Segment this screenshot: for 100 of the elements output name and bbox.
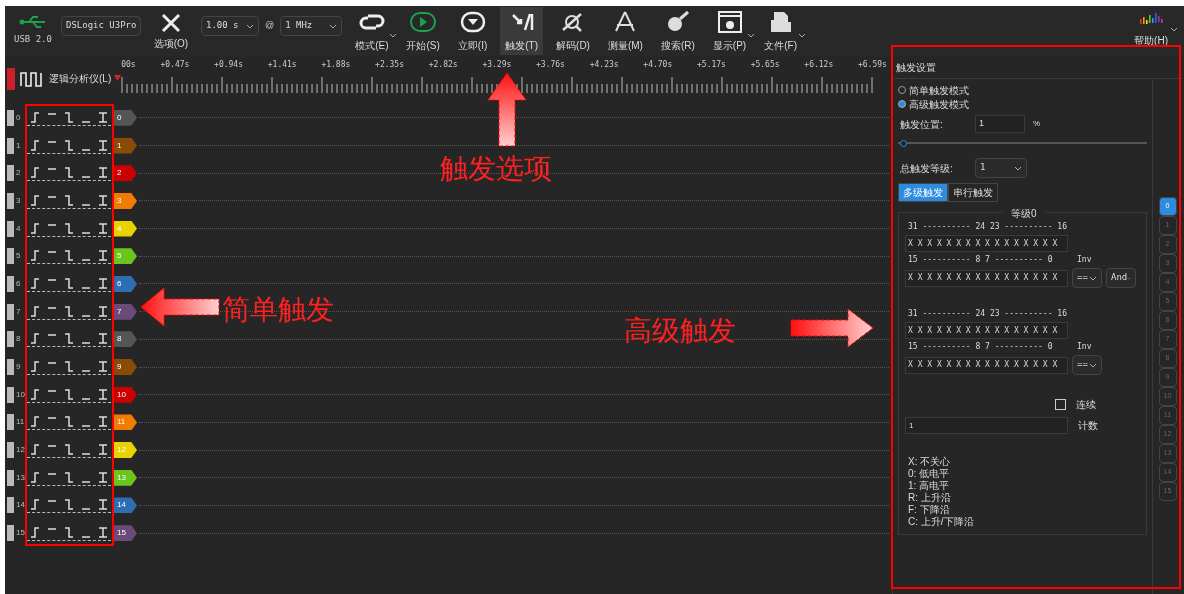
both-edges-icon[interactable]	[97, 469, 109, 484]
falling-edge-icon[interactable]	[63, 497, 75, 512]
channel-toggle[interactable]	[7, 469, 14, 486]
both-edges-icon[interactable]	[97, 192, 109, 207]
falling-edge-icon[interactable]	[63, 525, 75, 540]
channel-toggle[interactable]	[7, 303, 14, 320]
checkbox[interactable]	[1055, 399, 1066, 410]
logic-select[interactable]: And	[1106, 268, 1136, 288]
channel-toggle[interactable]	[7, 220, 14, 237]
falling-edge-icon[interactable]	[63, 220, 75, 235]
falling-edge-icon[interactable]	[63, 442, 75, 457]
compare-select[interactable]: ==	[1072, 268, 1102, 288]
falling-edge-icon[interactable]	[63, 469, 75, 484]
channel-toggle[interactable]	[7, 497, 14, 514]
channel-toggle[interactable]	[7, 414, 14, 431]
channel-toggle[interactable]	[7, 137, 14, 154]
rising-edge-icon[interactable]	[29, 497, 41, 512]
channel-toggle[interactable]	[7, 359, 14, 376]
rising-edge-icon[interactable]	[29, 442, 41, 457]
falling-edge-icon[interactable]	[63, 248, 75, 263]
both-edges-icon[interactable]	[97, 386, 109, 401]
bit-pattern-field[interactable]: X X X X X X X X X X X X X X X X	[905, 235, 1068, 252]
rate-select[interactable]: 1 MHz	[280, 16, 343, 36]
rising-edge-icon[interactable]	[29, 469, 41, 484]
rising-edge-icon[interactable]	[29, 359, 41, 374]
rising-edge-icon[interactable]	[29, 525, 41, 540]
rising-edge-icon[interactable]	[29, 414, 41, 429]
both-edges-icon[interactable]	[97, 414, 109, 429]
channel-toggle[interactable]	[7, 248, 14, 265]
compare-select[interactable]: ==	[1072, 355, 1102, 375]
bit-pattern-field[interactable]: X X X X X X X X X X X X X X X X	[905, 356, 1068, 374]
rising-edge-icon[interactable]	[29, 386, 41, 401]
rising-edge-icon[interactable]	[29, 165, 41, 180]
rising-edge-icon[interactable]	[29, 303, 41, 318]
position-slider[interactable]	[898, 138, 1147, 148]
channel-tag[interactable]: 6	[114, 275, 137, 292]
both-edges-icon[interactable]	[97, 275, 109, 290]
falling-edge-icon[interactable]	[63, 137, 75, 152]
channel-toggle[interactable]	[7, 165, 14, 182]
toolbar-button[interactable]: 搜索(R)	[655, 7, 700, 55]
channel-toggle[interactable]	[7, 442, 14, 459]
toolbar-button[interactable]: 开始(S)	[401, 7, 445, 55]
tab[interactable]: 串行触发	[948, 183, 998, 202]
toolbar-button[interactable]: 解码(D)	[551, 7, 595, 55]
falling-edge-icon[interactable]	[63, 331, 75, 346]
falling-edge-icon[interactable]	[63, 192, 75, 207]
channel-tag[interactable]: 1	[114, 137, 137, 154]
channel-toggle[interactable]	[7, 275, 14, 292]
channel-tag[interactable]: 9	[114, 359, 137, 376]
bit-pattern-field[interactable]: X X X X X X X X X X X X X X X X	[905, 269, 1068, 287]
rising-edge-icon[interactable]	[29, 109, 41, 124]
toolbar-button[interactable]: 触发(T)	[500, 7, 544, 55]
count-field[interactable]: 1	[905, 417, 1068, 434]
both-edges-icon[interactable]	[97, 165, 109, 180]
toolbar-button[interactable]: 选项(O)	[149, 35, 193, 51]
rising-edge-icon[interactable]	[29, 137, 41, 152]
both-edges-icon[interactable]	[97, 442, 109, 457]
device-select[interactable]: DSLogic U3Pro	[61, 16, 141, 36]
falling-edge-icon[interactable]	[63, 303, 75, 318]
duration-select[interactable]: 1.00 s	[201, 16, 259, 36]
bit-pattern-field[interactable]: X X X X X X X X X X X X X X X X	[905, 322, 1068, 339]
channel-tag[interactable]: 15	[114, 525, 137, 542]
mode-radio[interactable]: 简单触发模式	[898, 83, 1147, 97]
channel-tag[interactable]: 14	[114, 497, 137, 514]
position-field[interactable]: 1	[975, 115, 1025, 133]
both-edges-icon[interactable]	[97, 137, 109, 152]
both-edges-icon[interactable]	[97, 497, 109, 512]
channel-tag[interactable]: 2	[114, 165, 137, 182]
toolbar-button[interactable]: 模式(E)	[350, 7, 394, 55]
channel-tag[interactable]: 8	[114, 331, 137, 348]
channel-tag[interactable]: 7	[114, 303, 137, 320]
falling-edge-icon[interactable]	[63, 359, 75, 374]
both-edges-icon[interactable]	[97, 220, 109, 235]
falling-edge-icon[interactable]	[63, 386, 75, 401]
both-edges-icon[interactable]	[97, 109, 109, 124]
toolbar-button[interactable]: 显示(P)	[707, 7, 752, 55]
both-edges-icon[interactable]	[97, 331, 109, 346]
channel-toggle[interactable]	[7, 192, 14, 209]
both-edges-icon[interactable]	[97, 248, 109, 263]
both-edges-icon[interactable]	[97, 359, 109, 374]
both-edges-icon[interactable]	[97, 303, 109, 318]
rising-edge-icon[interactable]	[29, 275, 41, 290]
falling-edge-icon[interactable]	[63, 275, 75, 290]
channel-tag[interactable]: 10	[114, 386, 137, 403]
toolbar-button[interactable]: 测量(M)	[602, 7, 648, 55]
channel-toggle[interactable]	[7, 331, 14, 348]
tab[interactable]: 多级触发	[898, 183, 948, 202]
mode-radio[interactable]: 高级触发模式	[898, 97, 1147, 111]
toolbar-button[interactable]: 文件(F)	[759, 7, 802, 55]
falling-edge-icon[interactable]	[63, 414, 75, 429]
rising-edge-icon[interactable]	[29, 248, 41, 263]
toolbar-button[interactable]: 立即(I)	[452, 7, 493, 55]
falling-edge-icon[interactable]	[63, 165, 75, 180]
channel-tag[interactable]: 0	[114, 109, 137, 126]
channel-toggle[interactable]	[7, 386, 14, 403]
channel-toggle[interactable]	[7, 525, 14, 542]
channel-toggle[interactable]	[7, 109, 14, 126]
rising-edge-icon[interactable]	[29, 220, 41, 235]
rising-edge-icon[interactable]	[29, 331, 41, 346]
stages-select[interactable]: 1	[975, 158, 1027, 178]
